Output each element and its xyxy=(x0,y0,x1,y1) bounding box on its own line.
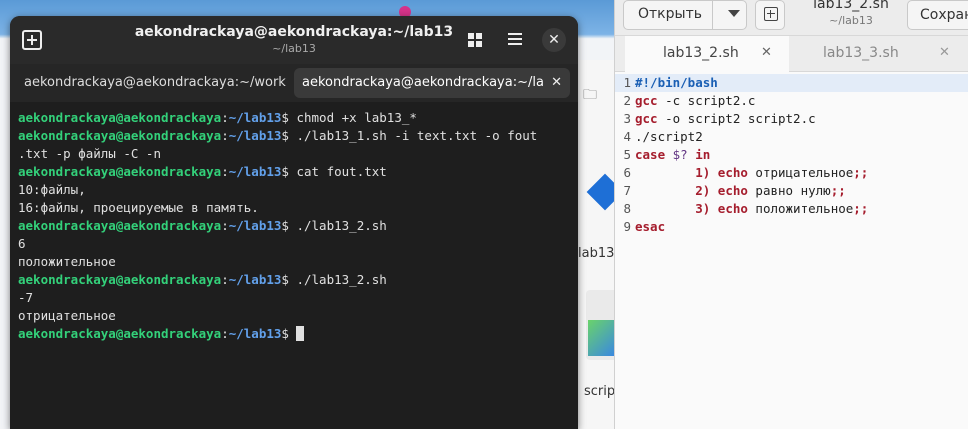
editor-tab-label: lab13_2.sh xyxy=(663,45,739,61)
terminal-line: aekondrackaya@aekondrackaya:~/lab13$ chm… xyxy=(18,110,417,125)
terminal-window: aekondrackaya@aekondrackaya:~/lab13 ~/la… xyxy=(10,16,578,429)
file-manager-window: 🗀 lab13_ scrip xyxy=(578,60,624,429)
open-button-label: Открыть xyxy=(638,6,702,22)
code-line: 4 ./script2 xyxy=(623,129,703,144)
file-icon-script[interactable] xyxy=(586,173,624,215)
open-button[interactable]: Открыть xyxy=(623,0,747,30)
terminal-line: -7 xyxy=(18,290,34,305)
new-document-button[interactable] xyxy=(755,0,785,30)
editor-tab[interactable]: lab13_3.sh ✕ xyxy=(793,36,968,72)
folder-search-icon[interactable]: 🗀 xyxy=(583,84,601,103)
code-line: 2 gcc -c script2.c xyxy=(623,93,756,108)
close-tab-icon[interactable]: ✕ xyxy=(551,68,562,98)
terminal-titlebar: aekondrackaya@aekondrackaya:~/lab13 ~/la… xyxy=(10,16,578,64)
terminal-subtitle: ~/lab13 xyxy=(272,42,316,55)
terminal-line: отрицательное xyxy=(18,308,116,323)
close-icon[interactable]: ✕ xyxy=(542,28,566,52)
terminal-prompt-line[interactable]: aekondrackaya@aekondrackaya:~/lab13$ xyxy=(18,325,574,343)
hamburger-menu-icon[interactable] xyxy=(508,33,522,45)
terminal-line: aekondrackaya@aekondrackaya:~/lab13$ ./l… xyxy=(18,128,538,143)
terminal-tab-active[interactable]: aekondrackaya@aekondrackaya:~/la ✕ xyxy=(294,68,570,98)
code-line: 5 case $? in xyxy=(623,147,711,162)
code-line: 6 1) echo отрицательное;; xyxy=(623,165,869,180)
chevron-down-icon[interactable] xyxy=(728,10,740,17)
code-line: 7 2) echo равно нулю;; xyxy=(623,183,846,198)
terminal-tab[interactable]: aekondrackaya@aekondrackaya:~/work xyxy=(18,68,290,98)
terminal-line: .txt -p файлы -C -n xyxy=(18,146,161,161)
terminal-line: положительное xyxy=(18,254,116,269)
text-editor-window: Открыть lab13_2.sh ~/lab13 Сохран lab13_… xyxy=(614,0,968,429)
file-label[interactable]: scrip xyxy=(584,384,615,399)
code-line: 8 3) echo положительное;; xyxy=(623,201,869,216)
terminal-line: 6 xyxy=(18,236,26,251)
document-title: lab13_2.sh xyxy=(813,0,889,12)
terminal-line: aekondrackaya@aekondrackaya:~/lab13$ ./l… xyxy=(18,218,387,233)
code-line: 9 esac xyxy=(623,219,666,234)
save-button[interactable]: Сохран xyxy=(907,0,968,30)
editor-tab-active[interactable]: lab13_2.sh ✕ xyxy=(625,36,789,72)
close-tab-icon[interactable]: ✕ xyxy=(939,36,950,70)
code-area[interactable]: 1 #!/bin/bash 2 gcc -c script2.c 3 gcc -o s… xyxy=(615,74,968,236)
terminal-line: 16:файлы, проецируемые в память. xyxy=(18,200,259,215)
document-path: ~/lab13 xyxy=(829,14,873,27)
tab-overview-icon[interactable] xyxy=(468,33,482,47)
new-document-icon xyxy=(764,7,778,21)
terminal-tab-label: aekondrackaya@aekondrackaya:~/la xyxy=(302,75,544,90)
code-line: 1 #!/bin/bash xyxy=(615,74,968,92)
text-cursor xyxy=(296,326,305,341)
code-line: 3 gcc -o script2 script2.c xyxy=(623,111,816,126)
terminal-line: 10:файлы, xyxy=(18,182,86,197)
terminal-tabbar: aekondrackaya@aekondrackaya:~/work aekon… xyxy=(10,64,578,102)
terminal-output[interactable]: aekondrackaya@aekondrackaya:~/lab13$ chm… xyxy=(18,109,574,343)
terminal-line: aekondrackaya@aekondrackaya:~/lab13$ ./l… xyxy=(18,272,387,287)
terminal-line: aekondrackaya@aekondrackaya:~/lab13$ cat… xyxy=(18,164,387,179)
terminal-title: aekondrackaya@aekondrackaya:~/lab13 xyxy=(134,24,454,40)
editor-tabbar: lab13_2.sh ✕ lab13_3.sh ✕ xyxy=(615,36,968,72)
close-tab-icon[interactable]: ✕ xyxy=(761,36,772,70)
editor-tab-label: lab13_3.sh xyxy=(823,45,899,61)
editor-headerbar: Открыть lab13_2.sh ~/lab13 Сохран xyxy=(615,0,968,36)
